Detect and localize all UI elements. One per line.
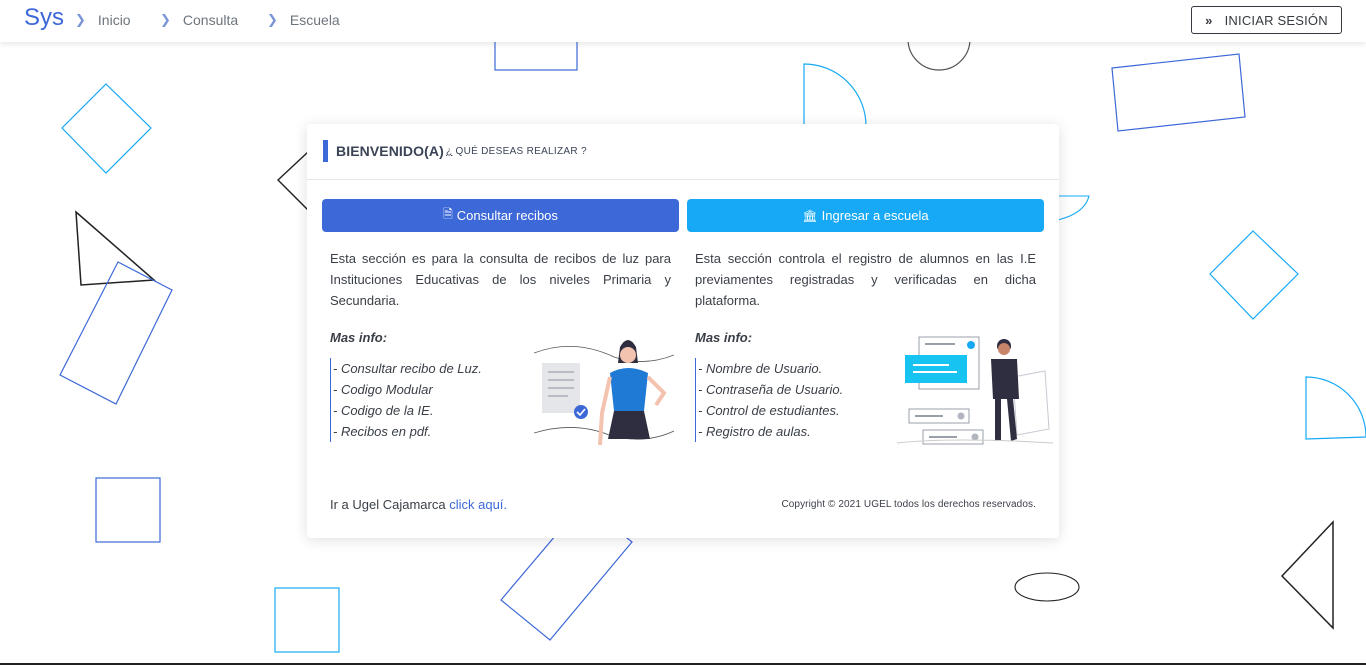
- breadcrumb-consulta[interactable]: ❯ Consulta: [160, 12, 238, 28]
- login-button[interactable]: » INICIAR SESIÓN: [1191, 6, 1342, 34]
- list-item: - Control de estudiantes.: [698, 403, 840, 418]
- recibos-info-list: - Consultar recibo de Luz. - Codigo Modu…: [330, 358, 482, 442]
- escuela-description: Esta sección controla el registro de alu…: [695, 251, 1036, 308]
- escuela-more-info-title: Mas info:: [695, 330, 753, 345]
- header-accent-bar: [323, 140, 328, 162]
- list-item: - Consultar recibo de Luz.: [333, 361, 482, 376]
- chevron-right-icon: ❯: [160, 12, 171, 27]
- ingresar-escuela-button[interactable]: 🏛 Ingresar a escuela: [687, 199, 1044, 232]
- welcome-card: BIENVENIDO(A) ¿ QUÉ DESEAS REALIZAR ? 🗎 …: [307, 124, 1059, 538]
- institution-icon: 🏛: [802, 208, 818, 223]
- double-chevron-right-icon: »: [1205, 12, 1213, 28]
- breadcrumb-label: Inicio: [97, 12, 131, 28]
- breadcrumb-escuela[interactable]: ❯ Escuela: [267, 12, 340, 28]
- breadcrumb-label: Escuela: [289, 12, 340, 28]
- document-icon: 🗎: [443, 207, 453, 221]
- list-item: - Registro de aulas.: [698, 424, 811, 439]
- brand-logo[interactable]: Sys: [24, 4, 64, 32]
- breadcrumb-label: Consulta: [182, 12, 239, 28]
- login-button-label: INICIAR SESIÓN: [1224, 12, 1328, 28]
- recibos-section: Esta sección es para la consulta de reci…: [330, 248, 671, 442]
- list-item: - Recibos en pdf.: [333, 424, 432, 439]
- ugel-link[interactable]: click aquí.: [449, 497, 507, 512]
- card-subtitle: ¿ QUÉ DESEAS REALIZAR ?: [446, 146, 587, 157]
- escuela-section: Esta sección controla el registro de alu…: [695, 248, 1036, 442]
- ingresar-escuela-label: Ingresar a escuela: [821, 208, 929, 223]
- recibos-description: Esta sección es para la consulta de reci…: [330, 251, 671, 308]
- ugel-footer-prefix: Ir a Ugel Cajamarca: [330, 497, 450, 512]
- subtitle-text: QUÉ DESEAS REALIZAR ?: [452, 146, 587, 157]
- card-header: BIENVENIDO(A) ¿ QUÉ DESEAS REALIZAR ?: [307, 124, 1059, 180]
- ugel-footer-text: Ir a Ugel Cajamarca click aquí.: [330, 497, 507, 512]
- copyright-text: Copyright © 2021 UGEL todos los derechos…: [781, 499, 1036, 510]
- list-item: - Nombre de Usuario.: [698, 361, 823, 376]
- breadcrumb-inicio[interactable]: ❯ Inicio: [75, 12, 131, 28]
- consultar-recibos-button[interactable]: 🗎 Consultar recibos: [322, 199, 679, 232]
- list-item: - Codigo Modular: [333, 382, 433, 397]
- woman-document-illustration: [534, 340, 674, 446]
- list-item: - Contraseña de Usuario.: [698, 382, 844, 397]
- list-item: - Codigo de la IE.: [333, 403, 434, 418]
- escuela-info-list: - Nombre de Usuario. - Contraseña de Usu…: [695, 358, 843, 442]
- consultar-recibos-label: Consultar recibos: [456, 208, 558, 223]
- chevron-right-icon: ❯: [267, 12, 278, 27]
- top-navbar: Sys ❯ Inicio ❯ Consulta ❯ Escuela » INIC…: [0, 0, 1366, 42]
- recibos-more-info-title: Mas info:: [330, 330, 388, 345]
- man-dashboard-illustration: [896, 336, 1053, 445]
- card-title: BIENVENIDO(A): [336, 143, 444, 159]
- chevron-right-icon: ❯: [75, 12, 86, 27]
